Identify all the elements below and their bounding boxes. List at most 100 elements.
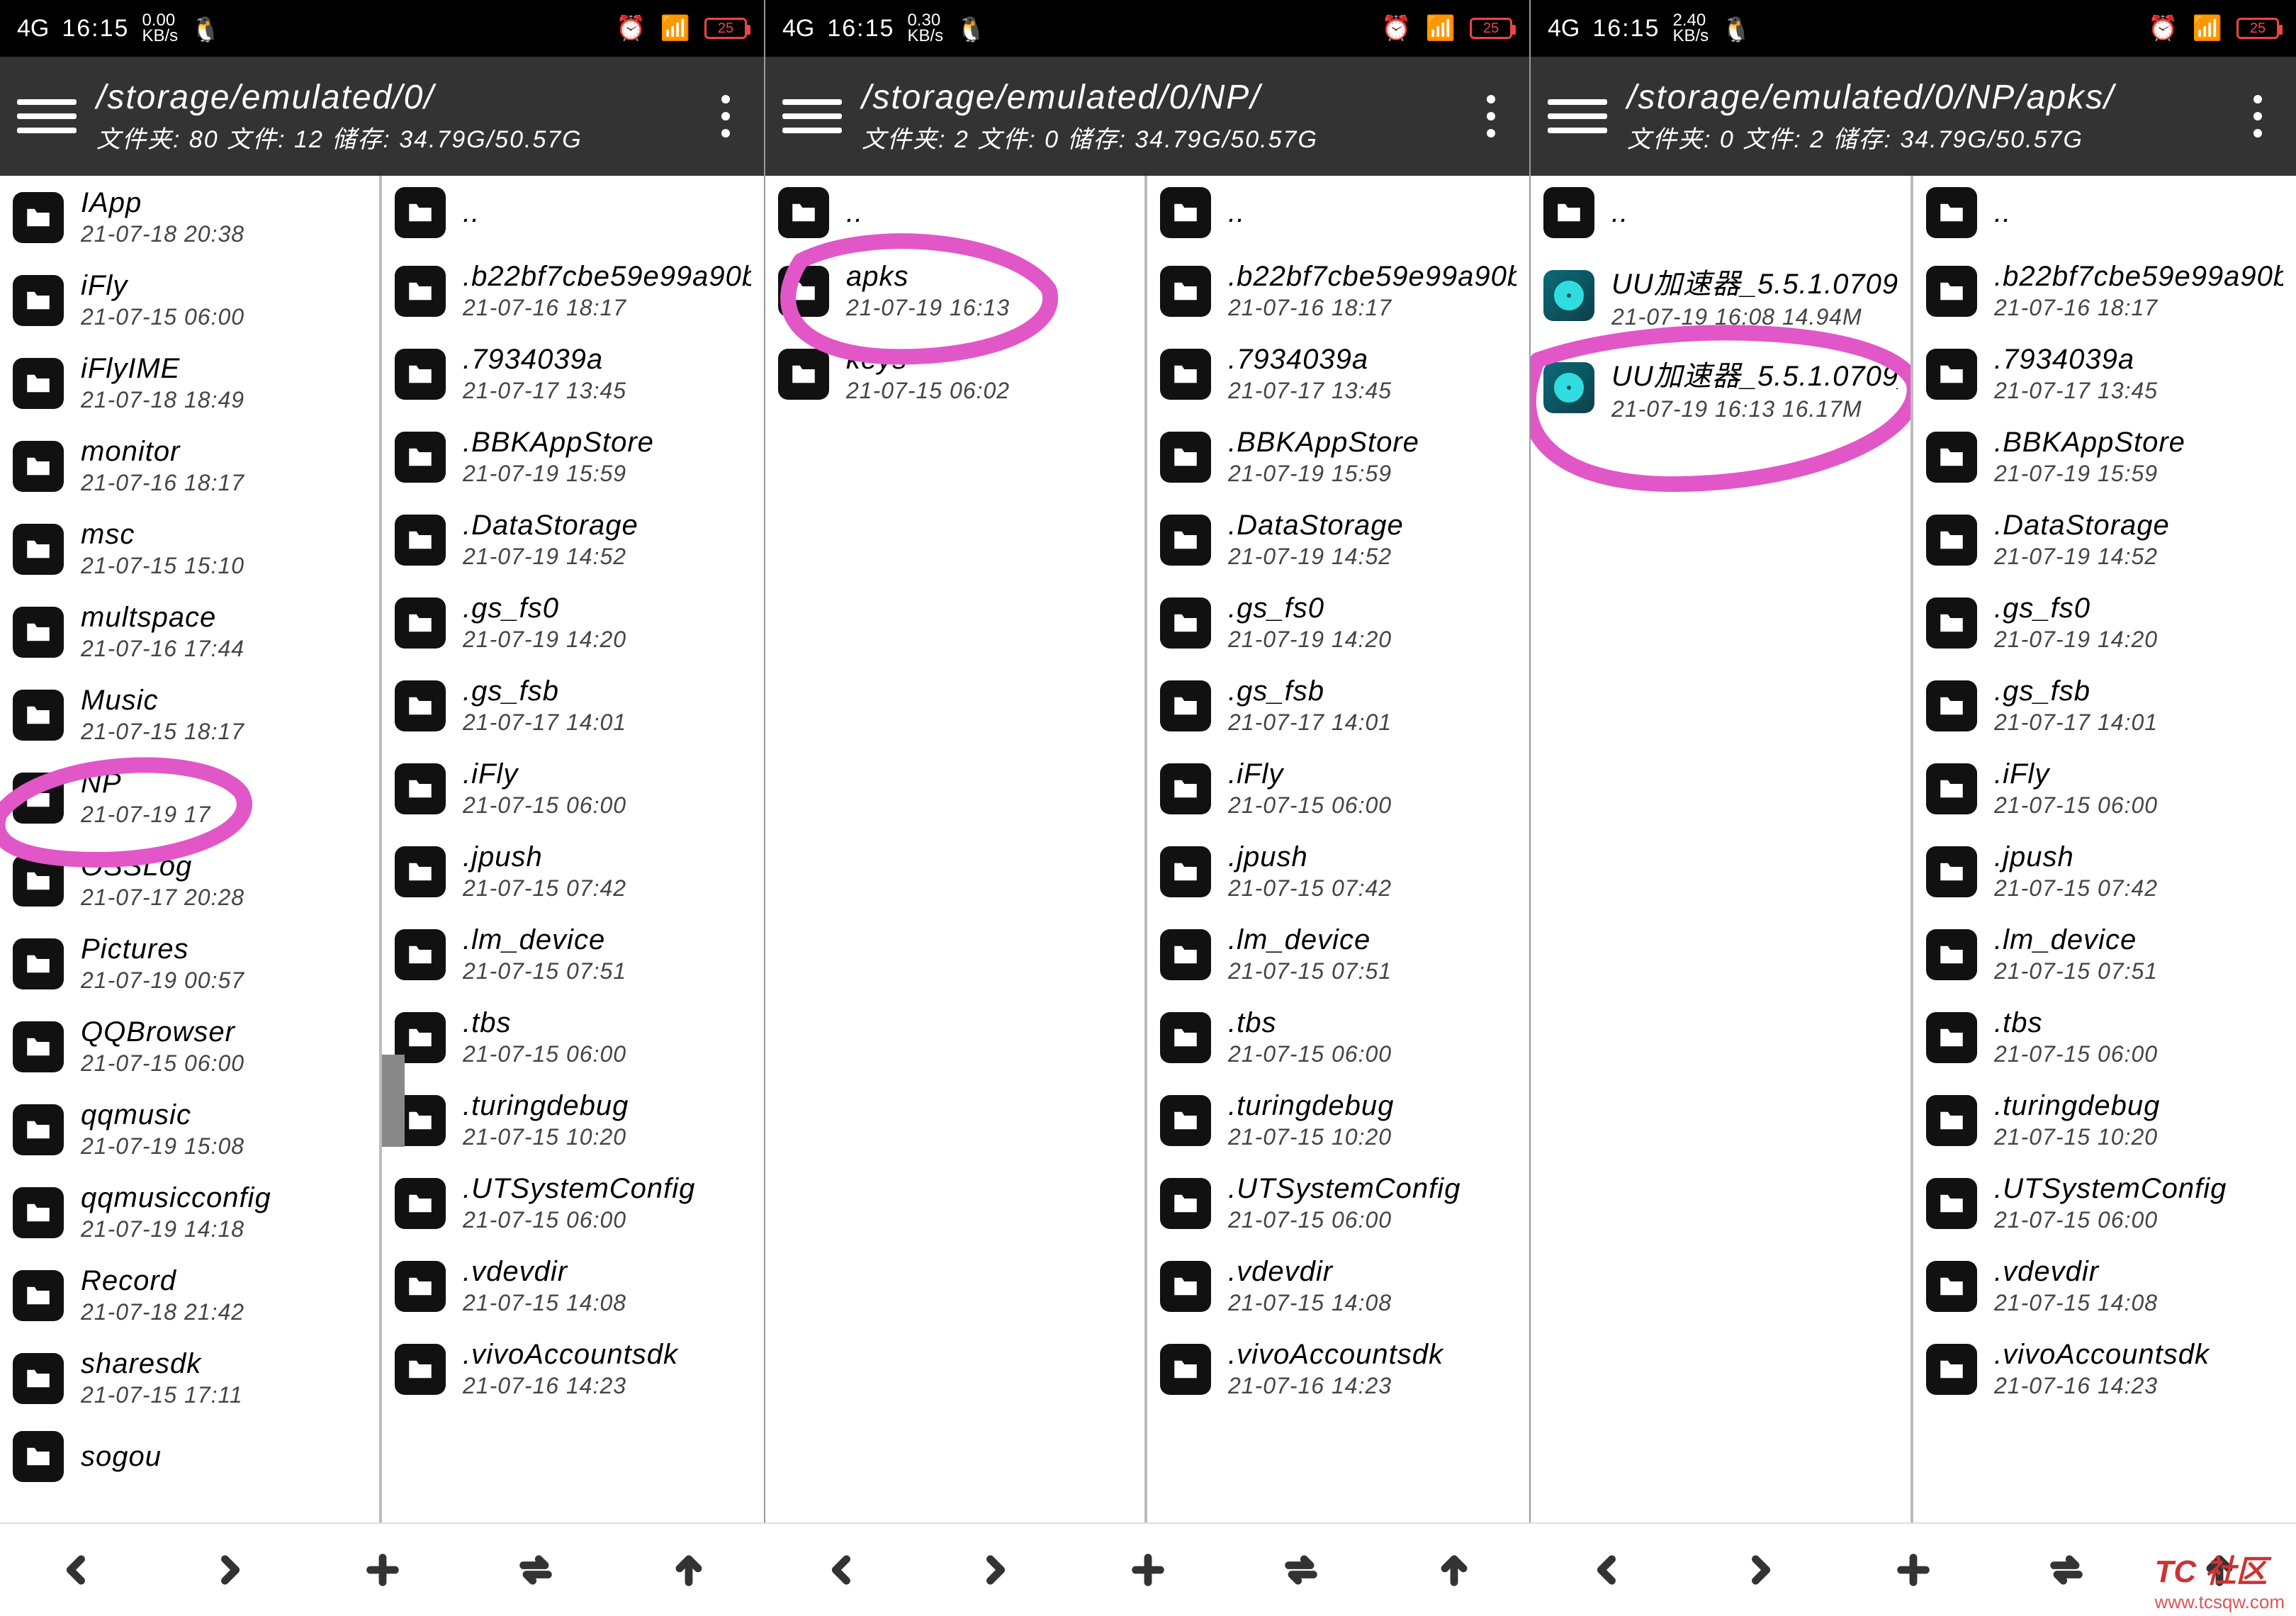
right-pane[interactable]: ...b22bf7cbe59e99a90b5cefbf94f9bbfd21-07…: [382, 176, 764, 1522]
file-item[interactable]: .b22bf7cbe59e99a90b5cefbf94f9bbfd21-07-1…: [382, 249, 764, 332]
file-item[interactable]: .DataStorage21-07-19 14:52: [1147, 498, 1529, 581]
file-item[interactable]: iFly21-07-15 06:00: [0, 259, 379, 342]
file-item[interactable]: .vdevdir21-07-15 14:08: [1913, 1245, 2296, 1328]
file-item[interactable]: .gs_fsb21-07-17 14:01: [1913, 664, 2296, 747]
file-item[interactable]: .gs_fsb21-07-17 14:01: [382, 664, 764, 747]
file-item[interactable]: ..: [1147, 176, 1529, 249]
file-item[interactable]: .gs_fs021-07-19 14:20: [382, 581, 764, 664]
overflow-button[interactable]: [1470, 95, 1512, 138]
file-item[interactable]: .UTSystemConfig21-07-15 06:00: [382, 1162, 764, 1245]
file-item[interactable]: .DataStorage21-07-19 14:52: [1913, 498, 2296, 581]
file-item[interactable]: msc21-07-15 15:10: [0, 507, 379, 590]
swap-button[interactable]: [1990, 1524, 2143, 1616]
file-item[interactable]: Pictures21-07-19 00:57: [0, 922, 379, 1005]
folder-icon: [395, 432, 446, 483]
file-item[interactable]: .turingdebug21-07-15 10:20: [1147, 1079, 1529, 1162]
file-item[interactable]: .UTSystemConfig21-07-15 06:00: [1913, 1162, 2296, 1245]
file-item[interactable]: .iFly21-07-15 06:00: [1913, 747, 2296, 830]
file-item[interactable]: Music21-07-15 18:17: [0, 673, 379, 756]
overflow-button[interactable]: [2236, 95, 2279, 138]
file-item[interactable]: .vdevdir21-07-15 14:08: [1147, 1245, 1529, 1328]
file-item[interactable]: .turingdebug21-07-15 10:20: [382, 1079, 764, 1162]
file-item[interactable]: UU加速器_5.5.1.0709.apk21-07-19 16:08 14.94…: [1531, 249, 1910, 342]
item-name: .turingdebug: [1994, 1090, 2283, 1122]
path-text[interactable]: /storage/emulated/0/NP/apks/: [1627, 78, 2236, 117]
add-button[interactable]: [306, 1524, 459, 1616]
swap-button[interactable]: [459, 1524, 612, 1616]
path-text[interactable]: /storage/emulated/0/: [96, 78, 704, 117]
right-pane[interactable]: ...b22bf7cbe59e99a90b5cefbf94f9bbfd21-07…: [1147, 176, 1529, 1522]
file-item[interactable]: .lm_device21-07-15 07:51: [1913, 913, 2296, 996]
up-button[interactable]: [612, 1524, 765, 1616]
back-button[interactable]: [0, 1524, 153, 1616]
file-item[interactable]: .vivoAccountsdk21-07-16 14:23: [382, 1328, 764, 1410]
file-item[interactable]: ..: [1913, 176, 2296, 249]
file-item[interactable]: monitor21-07-16 18:17: [0, 425, 379, 507]
file-item[interactable]: qqmusic21-07-19 15:08: [0, 1088, 379, 1171]
file-item[interactable]: .jpush21-07-15 07:42: [1913, 830, 2296, 913]
file-item[interactable]: ..: [382, 176, 764, 249]
file-item[interactable]: ..: [1531, 176, 1910, 249]
file-item[interactable]: multspace21-07-16 17:44: [0, 590, 379, 673]
file-item[interactable]: sharesdk21-07-15 17:11: [0, 1337, 379, 1420]
file-item[interactable]: OSSLog21-07-17 20:28: [0, 839, 379, 922]
file-item[interactable]: .7934039a21-07-17 13:45: [1913, 332, 2296, 415]
file-item[interactable]: .gs_fsb21-07-17 14:01: [1147, 664, 1529, 747]
overflow-button[interactable]: [704, 95, 747, 138]
file-item[interactable]: .7934039a21-07-17 13:45: [1147, 332, 1529, 415]
menu-button[interactable]: [17, 86, 77, 146]
forward-button[interactable]: [918, 1524, 1071, 1616]
file-item[interactable]: sogou: [0, 1420, 379, 1493]
file-item[interactable]: ..: [765, 176, 1144, 249]
file-item[interactable]: .iFly21-07-15 06:00: [382, 747, 764, 830]
file-item[interactable]: keys21-07-15 06:02: [765, 332, 1144, 415]
forward-button[interactable]: [153, 1524, 306, 1616]
file-item[interactable]: .vdevdir21-07-15 14:08: [382, 1245, 764, 1328]
folder-icon: [1160, 846, 1211, 897]
file-item[interactable]: .vivoAccountsdk21-07-16 14:23: [1147, 1328, 1529, 1410]
file-item[interactable]: .tbs21-07-15 06:00: [1147, 996, 1529, 1079]
file-item[interactable]: iFlyIME21-07-18 18:49: [0, 342, 379, 425]
file-item[interactable]: .7934039a21-07-17 13:45: [382, 332, 764, 415]
file-item[interactable]: .UTSystemConfig21-07-15 06:00: [1147, 1162, 1529, 1245]
scrollbar[interactable]: [382, 1055, 405, 1147]
file-item[interactable]: .BBKAppStore21-07-19 15:59: [382, 415, 764, 498]
file-item[interactable]: .turingdebug21-07-15 10:20: [1913, 1079, 2296, 1162]
add-button[interactable]: [1071, 1524, 1225, 1616]
file-item[interactable]: IApp21-07-18 20:38: [0, 176, 379, 259]
file-item[interactable]: .BBKAppStore21-07-19 15:59: [1913, 415, 2296, 498]
file-item[interactable]: .jpush21-07-15 07:42: [382, 830, 764, 913]
back-button[interactable]: [765, 1524, 918, 1616]
file-item[interactable]: .jpush21-07-15 07:42: [1147, 830, 1529, 913]
forward-button[interactable]: [1684, 1524, 1837, 1616]
file-item[interactable]: .tbs21-07-15 06:00: [1913, 996, 2296, 1079]
left-pane[interactable]: ..UU加速器_5.5.1.0709.apk21-07-19 16:08 14.…: [1531, 176, 1913, 1522]
file-item[interactable]: .DataStorage21-07-19 14:52: [382, 498, 764, 581]
add-button[interactable]: [1837, 1524, 1990, 1616]
file-item[interactable]: .lm_device21-07-15 07:51: [382, 913, 764, 996]
back-button[interactable]: [1531, 1524, 1684, 1616]
file-item[interactable]: NP21-07-19 17: [0, 756, 379, 839]
file-item[interactable]: .gs_fs021-07-19 14:20: [1913, 581, 2296, 664]
file-item[interactable]: .vivoAccountsdk21-07-16 14:23: [1913, 1328, 2296, 1410]
file-item[interactable]: .BBKAppStore21-07-19 15:59: [1147, 415, 1529, 498]
menu-button[interactable]: [782, 86, 842, 146]
file-item[interactable]: QQBrowser21-07-15 06:00: [0, 1005, 379, 1088]
menu-button[interactable]: [1548, 86, 1607, 146]
swap-button[interactable]: [1225, 1524, 1378, 1616]
file-item[interactable]: apks21-07-19 16:13: [765, 249, 1144, 332]
file-item[interactable]: .b22bf7cbe59e99a90b5cefbf94f9bbfd21-07-1…: [1147, 249, 1529, 332]
file-item[interactable]: UU加速器_5.5.1.0709_kill2.apk21-07-19 16:13…: [1531, 342, 1910, 434]
file-item[interactable]: qqmusicconfig21-07-19 14:18: [0, 1171, 379, 1254]
file-item[interactable]: .iFly21-07-15 06:00: [1147, 747, 1529, 830]
right-pane[interactable]: ...b22bf7cbe59e99a90b5cefbf94f9bbfd21-07…: [1913, 176, 2296, 1522]
up-button[interactable]: [1378, 1524, 1531, 1616]
left-pane[interactable]: ..apks21-07-19 16:13keys21-07-15 06:02: [765, 176, 1147, 1522]
left-pane[interactable]: IApp21-07-18 20:38iFly21-07-15 06:00iFly…: [0, 176, 382, 1522]
file-item[interactable]: .b22bf7cbe59e99a90b5cefbf94f9bbfd21-07-1…: [1913, 249, 2296, 332]
path-text[interactable]: /storage/emulated/0/NP/: [862, 78, 1470, 117]
file-item[interactable]: Record21-07-18 21:42: [0, 1254, 379, 1337]
file-item[interactable]: .tbs21-07-15 06:00: [382, 996, 764, 1079]
file-item[interactable]: .gs_fs021-07-19 14:20: [1147, 581, 1529, 664]
file-item[interactable]: .lm_device21-07-15 07:51: [1147, 913, 1529, 996]
